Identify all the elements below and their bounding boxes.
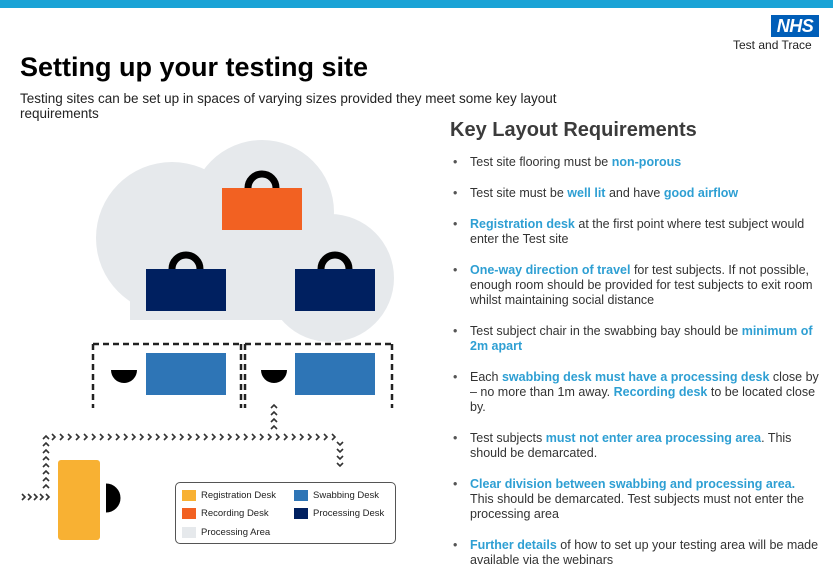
requirements-list: Test site flooring must be non-porous Te… [450,155,820,568]
requirement-highlight: well lit [567,186,606,200]
legend: Registration Desk Swabbing Desk Recordin… [175,482,396,544]
requirement-highlight: Registration desk [470,217,575,231]
requirement-item: Test subject chair in the swabbing bay s… [450,324,820,354]
requirement-text: This should be demarcated. Test subjects… [470,492,804,521]
page-title: Setting up your testing site [20,52,369,82]
legend-swatch [182,490,196,501]
registration-desk [58,460,121,540]
requirement-text: Test site must be [470,186,568,200]
legend-item-processing-area: Processing Area [182,527,270,538]
requirement-text: Test site flooring must be [470,155,612,169]
legend-swatch [182,527,196,538]
requirement-highlight: One-way direction of travel [470,263,631,277]
requirement-highlight: must not enter area processing area [545,431,762,445]
legend-label: Swabbing Desk [313,490,380,501]
requirement-item: One-way direction of travel for test sub… [450,263,820,308]
requirement-item: Each swabbing desk must have a processin… [450,370,820,415]
brand-subtitle: Test and Trace [733,38,812,52]
requirement-item: Clear division between swabbing and proc… [450,477,820,522]
requirement-item: Test subjects must not enter area proces… [450,431,820,461]
requirement-highlight: Clear division between swabbing and proc… [470,477,796,491]
requirement-highlight: swabbing desk must have a processing des… [501,370,770,384]
legend-item-swabbing: Swabbing Desk [294,490,379,501]
requirement-highlight: Recording desk [613,385,708,399]
requirement-text: Each [470,370,502,384]
requirement-text: and have [605,186,664,200]
requirement-text: Test subject chair in the swabbing bay s… [470,324,742,338]
legend-label: Processing Desk [313,508,385,519]
requirement-highlight: non-porous [611,155,682,169]
requirement-item: Test site must be well lit and have good… [450,186,820,201]
swabbing-bay-left [91,342,243,408]
requirements-heading: Key Layout Requirements [450,119,697,141]
requirement-item: Registration desk at the first point whe… [450,217,820,247]
legend-swatch [294,490,308,501]
requirement-highlight: good airflow [663,186,739,200]
nhs-logo: NHS [771,15,819,37]
legend-label: Registration Desk [201,490,276,501]
requirement-text: Test subjects [470,431,546,445]
legend-item-processing-desk: Processing Desk [294,508,384,519]
legend-item-recording: Recording Desk [182,508,269,519]
legend-item-registration: Registration Desk [182,490,276,501]
processing-area [96,140,394,342]
swabbing-bay-right [243,342,394,408]
legend-label: Processing Area [201,527,271,538]
requirement-highlight: Further details [470,538,557,552]
header-bar [0,0,833,8]
requirement-item: Further details of how to set up your te… [450,538,820,568]
legend-swatch [182,508,196,519]
legend-swatch [294,508,308,519]
requirement-item: Test site flooring must be non-porous [450,155,820,170]
legend-label: Recording Desk [201,508,269,519]
page-intro: Testing sites can be set up in spaces of… [20,91,557,121]
